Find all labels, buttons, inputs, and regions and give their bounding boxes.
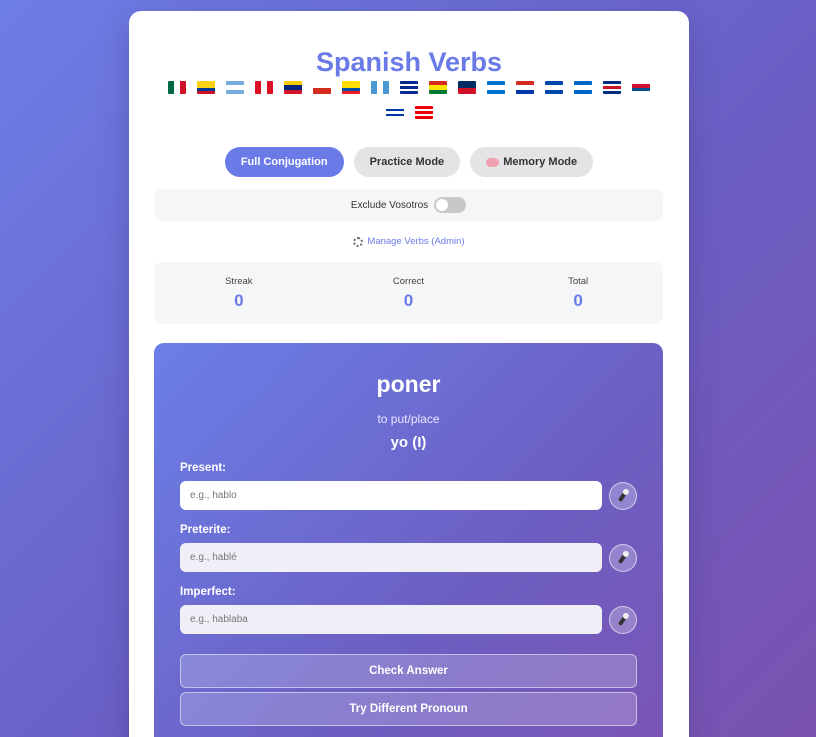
microphone-icon: [617, 613, 629, 627]
preterite-label: Preterite:: [180, 524, 231, 536]
manage-verbs-label: Manage Verbs (Admin): [367, 236, 465, 247]
stat-label: Correct: [392, 275, 425, 287]
flag-puerto-rico-icon: [414, 106, 433, 119]
flag-guatemala-icon: [371, 81, 389, 94]
exclude-vosotros-toggle[interactable]: [434, 197, 467, 213]
memory-mode-label: Memory Mode: [503, 156, 578, 168]
flag-el-salvador-icon: [545, 81, 563, 94]
stat-correct: Correct 0: [348, 276, 468, 311]
full-conjugation-button[interactable]: Full Conjugation: [224, 147, 344, 177]
flag-colombia-icon: [197, 81, 215, 94]
flag-argentina-icon: [226, 81, 244, 94]
microphone-icon: [617, 551, 629, 565]
exclude-vosotros-label: Exclude Vosotros: [350, 199, 429, 211]
stat-label: Streak: [225, 275, 253, 287]
flag-ecuador-icon: [342, 81, 360, 94]
stat-total: Total 0: [518, 276, 638, 311]
stat-streak: Streak 0: [179, 276, 299, 311]
practice-mode-button[interactable]: Practice Mode: [353, 147, 461, 177]
settings-row: Exclude Vosotros: [154, 189, 663, 221]
quiz-panel: poner to put/place yo (I) Present: Prete…: [154, 343, 663, 737]
gear-icon: [353, 236, 364, 247]
mode-selector: Full Conjugation Practice Mode Memory Mo…: [129, 147, 689, 177]
present-label: Present:: [180, 462, 227, 474]
manage-verbs-link[interactable]: Manage Verbs (Admin): [129, 236, 689, 247]
brain-icon: [486, 157, 500, 167]
pronoun-label: yo (I): [390, 434, 427, 451]
flag-row: [165, 81, 653, 119]
flag-peru-icon: [255, 81, 273, 94]
present-input[interactable]: [180, 481, 602, 510]
verb-translation: to put/place: [377, 412, 440, 426]
stats-panel: Streak 0 Correct 0 Total 0: [154, 262, 663, 324]
stat-label: Total: [568, 275, 589, 287]
flag-venezuela-icon: [284, 81, 302, 94]
imperfect-input[interactable]: [180, 605, 602, 634]
stat-value: 0: [403, 290, 414, 310]
try-different-pronoun-button[interactable]: Try Different Pronoun: [180, 692, 637, 726]
flag-panama-icon: [632, 81, 650, 94]
main-card: Spanish Verbs Full Conjugation Practice …: [129, 11, 689, 737]
flag-bolivia-icon: [429, 81, 447, 94]
flag-paraguay-icon: [516, 81, 534, 94]
microphone-icon: [617, 489, 629, 503]
imperfect-label: Imperfect:: [180, 586, 236, 598]
memory-mode-button[interactable]: Memory Mode: [470, 147, 594, 177]
flag-dominican-republic-icon: [458, 81, 476, 94]
page-title: Spanish Verbs: [315, 47, 503, 77]
flag-costa-rica-icon: [603, 81, 621, 94]
stat-value: 0: [573, 290, 583, 310]
microphone-button[interactable]: [609, 482, 637, 510]
flag-chile-icon: [313, 81, 331, 94]
flag-honduras-icon: [487, 81, 505, 94]
flag-cuba-icon: [400, 81, 418, 94]
flag-mexico-icon: [168, 81, 186, 94]
check-answer-button[interactable]: Check Answer: [180, 654, 637, 688]
verb-title: poner: [376, 371, 441, 397]
microphone-button[interactable]: [609, 544, 637, 572]
stat-value: 0: [234, 290, 244, 310]
flag-nicaragua-icon: [574, 81, 592, 94]
preterite-input[interactable]: [180, 543, 602, 572]
flag-uruguay-icon: [385, 106, 404, 119]
microphone-button[interactable]: [609, 606, 637, 634]
